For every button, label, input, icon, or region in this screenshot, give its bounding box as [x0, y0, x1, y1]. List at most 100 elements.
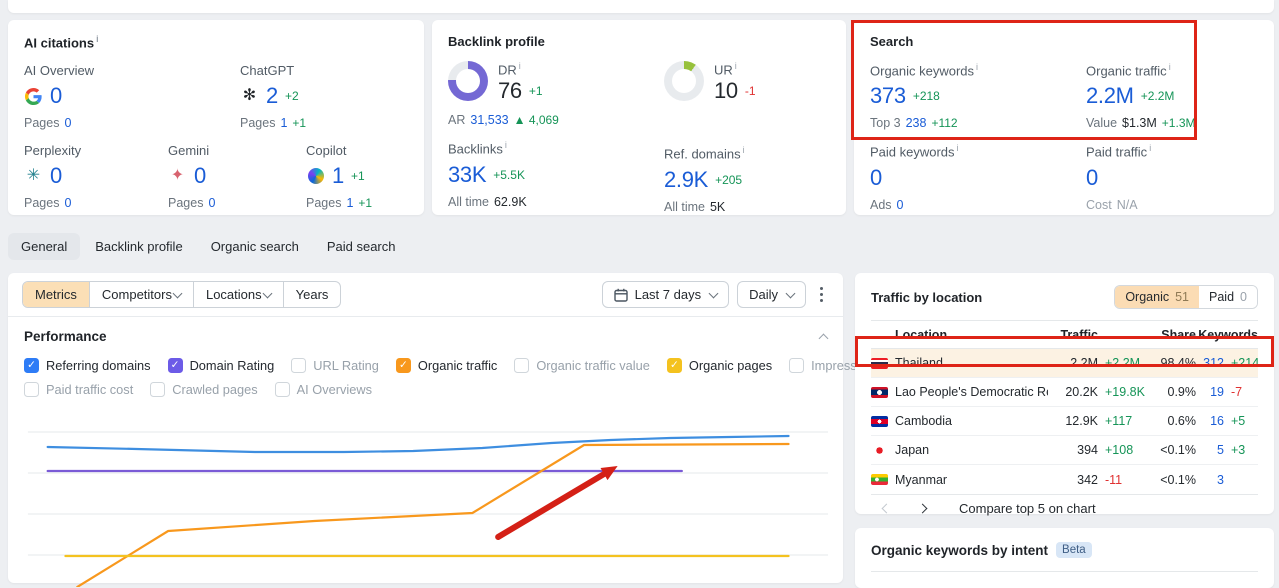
info-icon[interactable]: i [505, 140, 507, 150]
table-row-cambodia[interactable]: Cambodia 12.9K +117 0.6% 16 +5 [871, 407, 1258, 436]
partial-card-above [8, 0, 1274, 13]
metric-value[interactable]: 2.2M [1086, 83, 1134, 109]
info-icon[interactable]: i [743, 145, 745, 155]
checkbox-box [274, 381, 290, 397]
compare-top5-link[interactable]: Compare top 5 on chart [959, 501, 1096, 516]
backlinks-label: Backlinks [448, 141, 503, 157]
pages-value[interactable]: 1 [346, 196, 353, 210]
metrics-filter-button[interactable]: Metrics [23, 282, 89, 307]
sub-value[interactable]: 0 [897, 198, 904, 212]
prev-page-button[interactable] [873, 495, 899, 521]
backlinks-value[interactable]: 33K [448, 162, 487, 188]
toggle-paid[interactable]: Paid 0 [1199, 286, 1257, 308]
keywords-value[interactable]: 312 [1196, 356, 1224, 370]
myanmar-flag-icon [871, 474, 888, 485]
tab-general[interactable]: General [8, 233, 81, 260]
pages-value[interactable]: 0 [64, 196, 71, 210]
tab-organic-search[interactable]: Organic search [198, 233, 312, 260]
beta-badge: Beta [1056, 542, 1092, 558]
checkbox-label: Referring domains [46, 357, 151, 373]
info-icon[interactable]: i [96, 34, 99, 44]
performance-chart-area[interactable] [18, 409, 833, 587]
metric-gemini: Gemini ✦ 0 Pages 0 [168, 143, 306, 210]
traffic-delta: -11 [1105, 472, 1123, 487]
keywords-value[interactable]: 16 [1196, 414, 1224, 428]
metric-value[interactable]: 0 [870, 165, 882, 191]
more-options-kebab-icon[interactable] [814, 282, 829, 308]
table-header: Location Traffic Share Keywords [871, 320, 1258, 349]
checkbox-url-rating[interactable]: URL Rating [291, 357, 379, 373]
info-icon[interactable]: i [957, 143, 959, 153]
traffic-by-location-title: Traffic by location [871, 289, 983, 305]
pages-label: Pages [24, 196, 60, 211]
table-row-japan[interactable]: Japan 394 +108 <0.1% 5 +3 [871, 436, 1258, 465]
chatgpt-icon: ✻ [242, 87, 257, 105]
metric-label: Organic keywords [870, 63, 975, 79]
keywords-value[interactable]: 3 [1196, 473, 1224, 487]
metric-value[interactable]: 0 [50, 163, 62, 189]
granularity-button[interactable]: Daily [737, 281, 806, 308]
metric-paid-keywords: Paid keywords i 0 Ads 0 [870, 143, 1086, 211]
pages-value[interactable]: 0 [64, 116, 71, 130]
pages-value[interactable]: 0 [208, 196, 215, 210]
metric-organic-traffic: Organic traffic i 2.2M +2.2M Value $1.3M +1.… [1086, 62, 1195, 130]
toggle-paid-label: Paid [1209, 290, 1235, 304]
tab-paid-search[interactable]: Paid search [314, 233, 409, 260]
search-title: Search [870, 34, 914, 49]
date-range-button[interactable]: Last 7 days [601, 281, 730, 308]
ref-domains-value[interactable]: 2.9K [664, 167, 708, 193]
locations-filter-button[interactable]: Locations [192, 282, 283, 307]
metric-chatgpt: ChatGPT ✻ 2 +2 Pages 1 +1 [240, 63, 306, 130]
metric-value[interactable]: 373 [870, 83, 906, 109]
next-page-button[interactable] [909, 495, 935, 521]
ur-delta: -1 [744, 84, 756, 99]
checkbox-box [24, 381, 39, 397]
info-icon[interactable]: i [1169, 62, 1171, 72]
date-range-label: Last 7 days [634, 287, 702, 302]
info-icon[interactable]: i [1149, 143, 1151, 153]
info-icon[interactable]: i [735, 61, 737, 71]
metric-value[interactable]: 1 [332, 163, 344, 189]
share-value: <0.1% [1160, 443, 1196, 457]
column-share: Share [1161, 328, 1196, 342]
metric-value[interactable]: 0 [50, 83, 62, 109]
keywords-value[interactable]: 19 [1196, 385, 1224, 399]
pages-value[interactable]: 1 [280, 116, 287, 130]
calendar-icon [613, 288, 628, 302]
tab-backlink-profile[interactable]: Backlink profile [82, 233, 195, 260]
checkbox-referring-domains[interactable]: ✓ Referring domains [24, 357, 151, 373]
checkbox-organic-traffic-value[interactable]: Organic traffic value [514, 357, 650, 373]
checkbox-label: URL Rating [313, 357, 379, 373]
toggle-organic-count: 51 [1175, 290, 1190, 304]
ar-label: AR [448, 113, 466, 128]
metric-label: Copilot [306, 143, 347, 159]
traffic-delta: +108 [1105, 443, 1134, 457]
metric-checkbox-list: ✓ Referring domains ✓ Domain Rating URL Ra… [8, 346, 979, 401]
chevron-down-icon [262, 288, 273, 298]
sub-value[interactable]: 238 [906, 116, 927, 130]
checkbox-organic-traffic[interactable]: ✓ Organic traffic [395, 357, 497, 373]
checkbox-ai-overviews[interactable]: AI Overviews [274, 381, 372, 397]
collapse-chevron-up-icon[interactable] [818, 333, 829, 344]
checkbox-domain-rating[interactable]: ✓ Domain Rating [167, 357, 274, 373]
checkbox-paid-traffic-cost[interactable]: Paid traffic cost [24, 381, 133, 397]
metric-value[interactable]: 0 [1086, 165, 1098, 191]
alltime-value: 62.9K [493, 194, 527, 209]
metric-label: Perplexity [24, 143, 82, 159]
info-icon[interactable]: i [519, 61, 521, 71]
years-filter-button[interactable]: Years [282, 282, 341, 307]
table-row-laos[interactable]: Lao People's Democratic Reput 20.2K +19.… [871, 378, 1258, 407]
metric-value[interactable]: 2 [266, 83, 278, 109]
keywords-value[interactable]: 5 [1196, 443, 1224, 457]
metric-value[interactable]: 0 [194, 163, 206, 189]
competitors-filter-button[interactable]: Competitors [88, 282, 193, 307]
ur-value: 10 [714, 78, 738, 104]
table-row-myanmar[interactable]: Myanmar 342 -11 <0.1% 3 [871, 465, 1258, 494]
checkbox-organic-pages[interactable]: ✓ Organic pages [666, 357, 772, 373]
toggle-organic[interactable]: Organic 51 [1115, 286, 1200, 308]
checkbox-crawled-pages[interactable]: Crawled pages [150, 381, 258, 397]
checkbox-box: ✓ [24, 357, 39, 373]
table-row-thailand[interactable]: Thailand 2.2M +2.2M 98.4% 312 +214 [871, 349, 1259, 378]
ar-value[interactable]: 31,533 [470, 113, 508, 127]
info-icon[interactable]: i [976, 62, 978, 72]
